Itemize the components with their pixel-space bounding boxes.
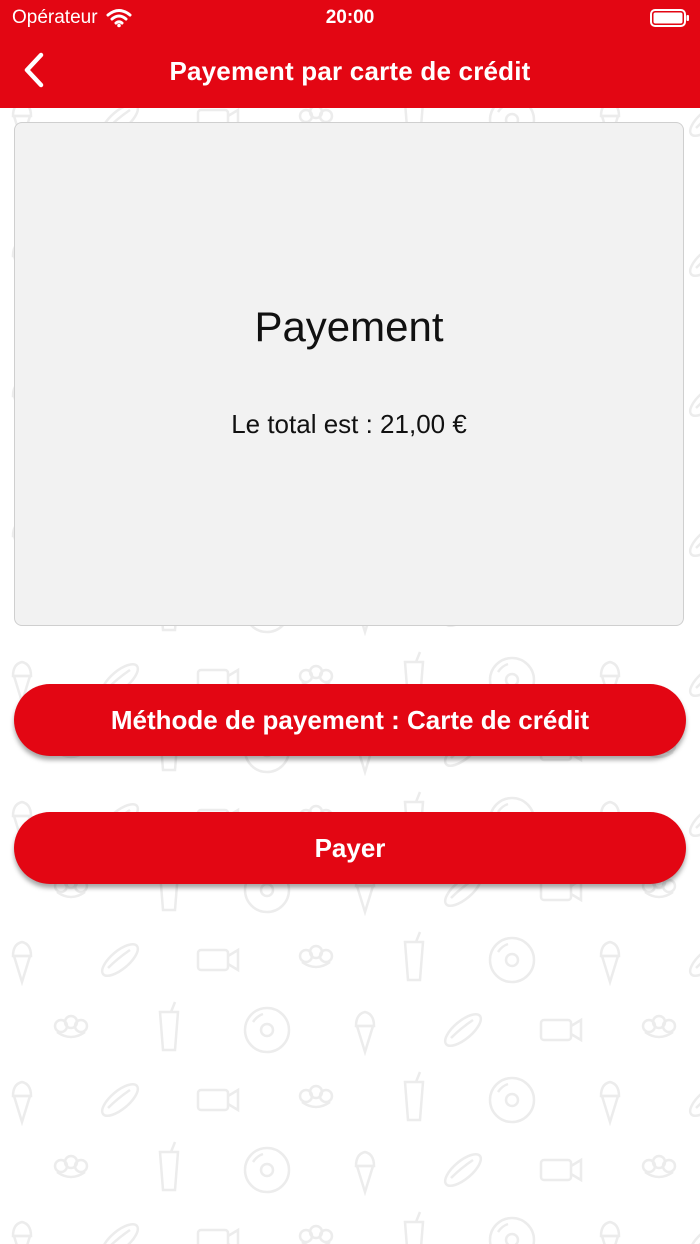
hot-dog-icon — [688, 243, 700, 277]
ice-cream-icon — [354, 1150, 376, 1197]
hot-dog-icon — [688, 663, 700, 697]
ice-cream-icon — [11, 1080, 33, 1127]
popcorn-icon — [53, 1154, 89, 1179]
hot-dog-icon — [688, 1223, 700, 1244]
hot-dog-icon — [688, 803, 700, 837]
disc-icon — [488, 1216, 536, 1244]
popcorn-icon — [298, 944, 334, 969]
ice-cream-icon — [354, 1010, 376, 1057]
drink-cup-icon — [158, 1141, 180, 1192]
drink-cup-icon — [403, 931, 425, 982]
payment-summary-card: Payement Le total est : 21,00 € — [14, 122, 684, 626]
pay-button[interactable]: Payer — [14, 812, 686, 884]
payment-heading: Payement — [254, 303, 444, 350]
navigation-bar: Payement par carte de crédit — [0, 36, 700, 108]
status-bar: Opérateur 20:00 — [0, 0, 700, 36]
hot-dog-icon — [688, 383, 700, 417]
disc-icon — [243, 1006, 291, 1054]
drink-cup-icon — [158, 1001, 180, 1052]
disc-icon — [488, 1076, 536, 1124]
hot-dog-icon — [100, 943, 140, 977]
hot-dog-icon — [100, 1223, 140, 1244]
popcorn-icon — [641, 1014, 677, 1039]
total-amount-text: Le total est : 21,00 € — [231, 409, 467, 439]
projector-icon — [196, 947, 240, 973]
projector-icon — [539, 1017, 583, 1043]
ice-cream-icon — [11, 940, 33, 987]
drink-cup-icon — [403, 1211, 425, 1244]
disc-icon — [488, 936, 536, 984]
ice-cream-icon — [599, 940, 621, 987]
projector-icon — [539, 1157, 583, 1183]
ice-cream-icon — [599, 1080, 621, 1127]
drink-cup-icon — [403, 1071, 425, 1122]
hot-dog-icon — [688, 1083, 700, 1117]
popcorn-icon — [641, 1154, 677, 1179]
ice-cream-icon — [599, 1220, 621, 1244]
status-time: 20:00 — [325, 7, 375, 28]
popcorn-icon — [298, 1224, 334, 1244]
app-header: Opérateur 20:00 Payement par carte de cr… — [0, 0, 700, 108]
ice-cream-icon — [11, 1220, 33, 1244]
projector-icon — [196, 1227, 240, 1244]
popcorn-icon — [53, 1014, 89, 1039]
page-title: Payement par carte de crédit — [169, 56, 531, 86]
popcorn-icon — [298, 1084, 334, 1109]
hot-dog-icon — [688, 943, 700, 977]
projector-icon — [196, 1087, 240, 1113]
hot-dog-icon — [100, 1083, 140, 1117]
hot-dog-icon — [443, 1153, 483, 1187]
hot-dog-icon — [443, 1013, 483, 1047]
battery-icon — [650, 9, 690, 27]
hot-dog-icon — [688, 523, 700, 557]
payment-method-button[interactable]: Méthode de payement : Carte de crédit — [14, 684, 686, 756]
disc-icon — [243, 1146, 291, 1194]
